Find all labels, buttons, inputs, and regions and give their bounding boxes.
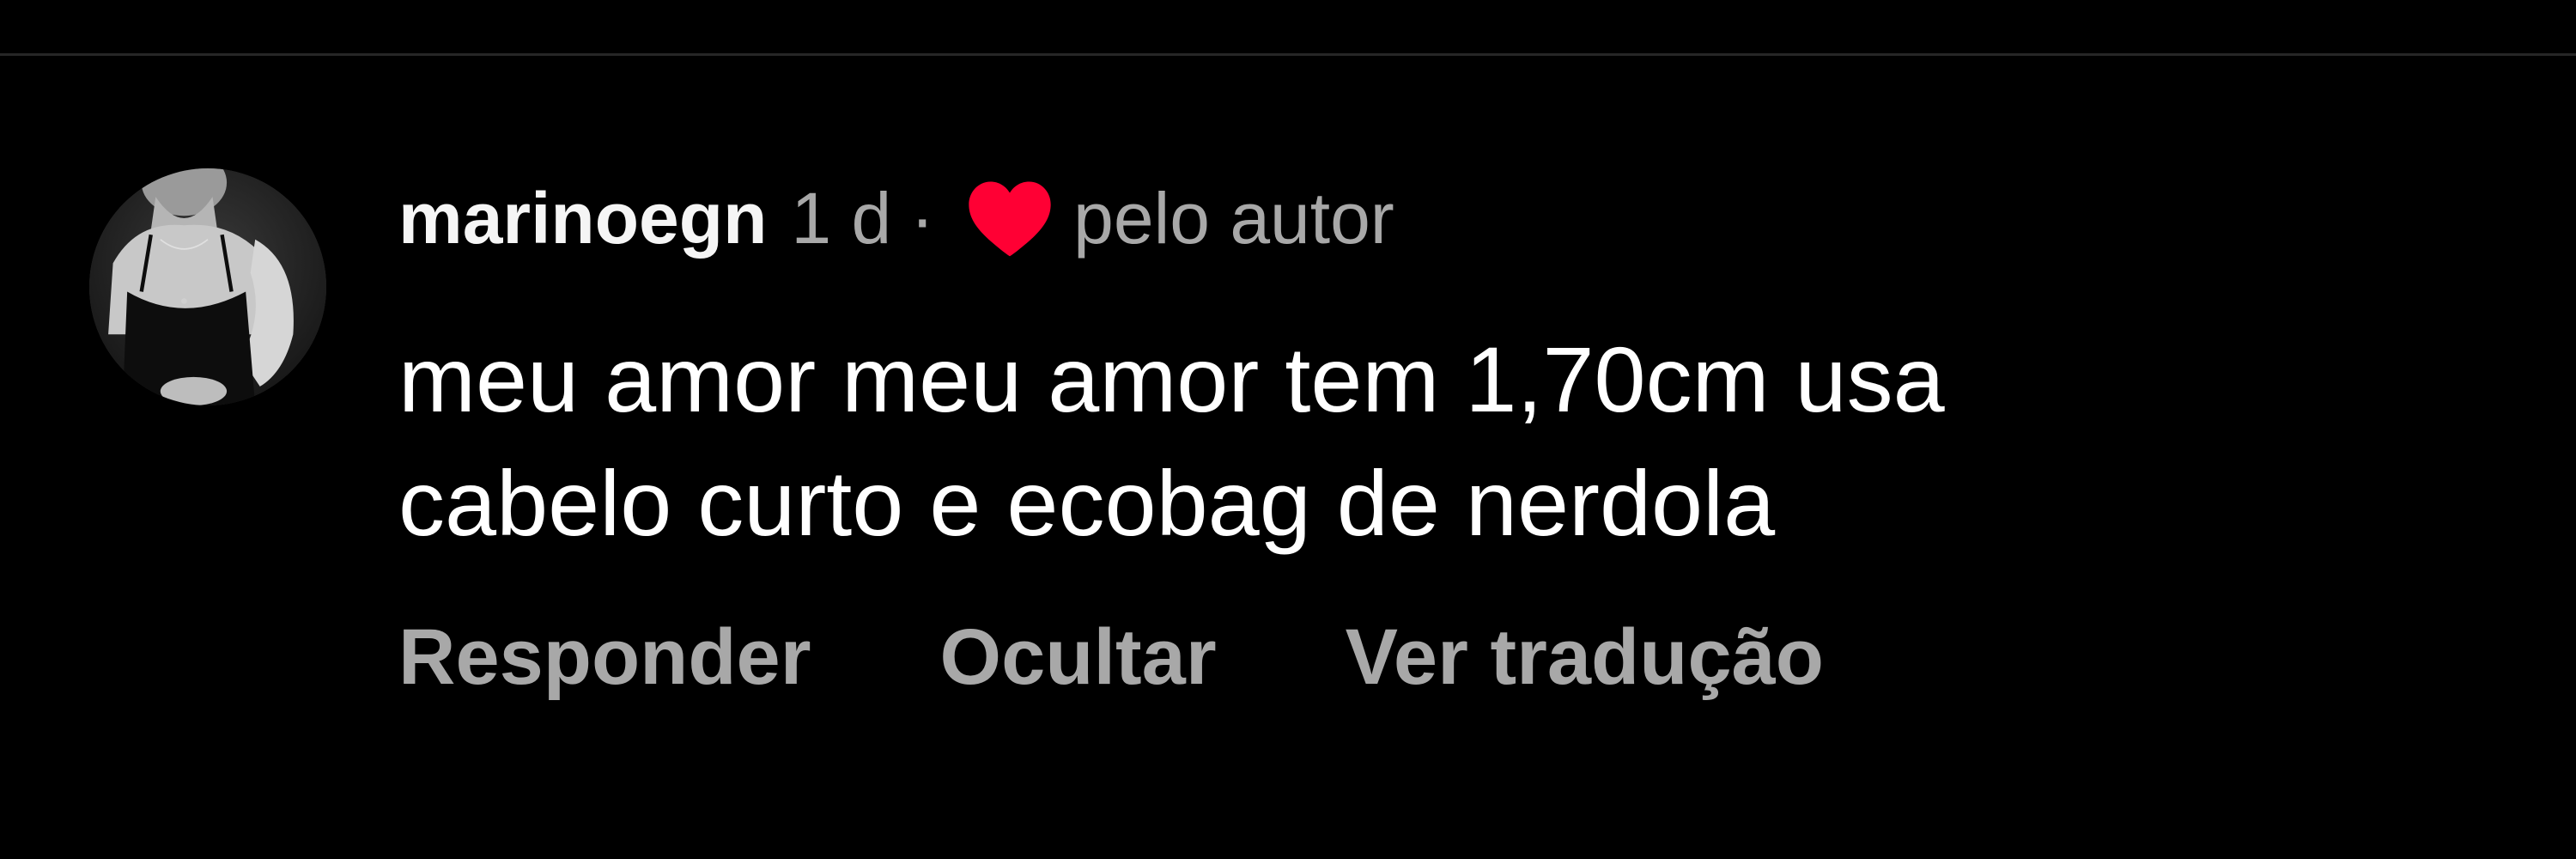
timestamp: 1 d — [791, 178, 892, 259]
avatar[interactable] — [89, 168, 326, 405]
comment-text: meu amor meu amor tem 1,70cm usa cabelo … — [398, 318, 2459, 565]
separator-dot: · — [910, 178, 935, 259]
liked-by-author-label: pelo autor — [1073, 178, 1394, 259]
comment-actions: Responder Ocultar Ver tradução — [398, 610, 1824, 704]
comment-text-line: cabelo curto e ecobag de nerdola — [398, 451, 1776, 555]
heart-icon — [965, 177, 1054, 259]
avatar-photo — [89, 168, 326, 405]
reply-button[interactable]: Responder — [398, 610, 811, 704]
comment-item: marinoegn 1 d · pelo autor meu amor meu … — [0, 0, 2576, 859]
hide-button[interactable]: Ocultar — [940, 610, 1217, 704]
comment-header: marinoegn 1 d · pelo autor — [398, 177, 1394, 259]
see-translation-button[interactable]: Ver tradução — [1346, 610, 1824, 704]
username[interactable]: marinoegn — [398, 177, 767, 259]
comment-text-line: meu amor meu amor tem 1,70cm usa — [398, 327, 1945, 431]
